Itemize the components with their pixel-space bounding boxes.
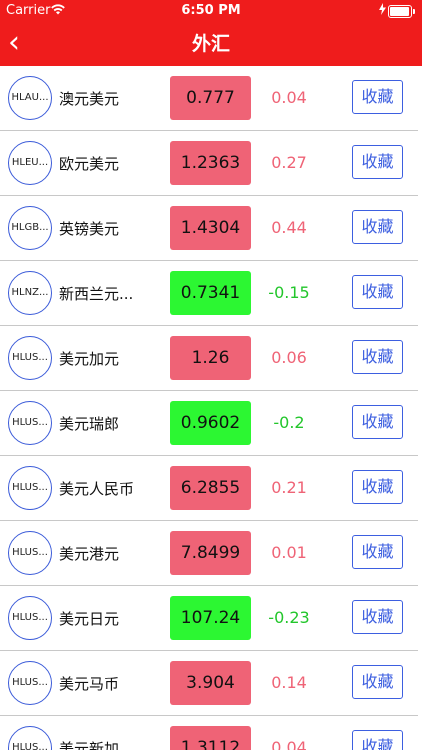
- status-time: 6:50 PM: [181, 3, 241, 18]
- currency-pair-name: 美元人民币: [59, 480, 135, 498]
- currency-logo: HLEU...: [8, 141, 52, 185]
- currency-pair-name: 新西兰元...: [59, 285, 134, 303]
- price-change: 0.04: [271, 738, 307, 750]
- currency-pair-name: 美元港元: [59, 545, 120, 563]
- list-item[interactable]: HLUS... 美元日元 107.24 -0.23 收藏: [0, 586, 418, 651]
- currency-logo: HLUS...: [8, 336, 52, 380]
- list-item[interactable]: HLAU... 澳元美元 0.777 0.04 收藏: [0, 66, 418, 131]
- price-badge: 0.9602: [170, 401, 251, 445]
- currency-logo: HLUS...: [8, 596, 52, 640]
- forex-list[interactable]: HLAU... 澳元美元 0.777 0.04 收藏 HLEU... 欧元美元 …: [0, 66, 418, 750]
- favorite-button[interactable]: 收藏: [352, 275, 403, 309]
- price-badge: 0.777: [170, 76, 251, 120]
- price-change: -0.23: [268, 608, 310, 627]
- list-item[interactable]: HLUS... 美元马币 3.904 0.14 收藏: [0, 651, 418, 716]
- currency-pair-name: 美元加元: [59, 350, 120, 368]
- price-change: 0.21: [271, 478, 307, 497]
- favorite-button[interactable]: 收藏: [352, 340, 403, 374]
- list-item[interactable]: HLUS... 美元人民币 6.2855 0.21 收藏: [0, 456, 418, 521]
- price-change: 0.44: [271, 218, 307, 237]
- currency-pair-name: 澳元美元: [59, 90, 120, 108]
- favorite-button[interactable]: 收藏: [352, 665, 403, 699]
- charging-icon: [379, 3, 386, 18]
- price-change: -0.2: [273, 413, 305, 432]
- currency-pair-name: 英镑美元: [59, 220, 120, 238]
- favorite-button[interactable]: 收藏: [352, 730, 403, 750]
- list-item[interactable]: HLUS... 美元加元 1.26 0.06 收藏: [0, 326, 418, 391]
- currency-pair-name: 美元日元: [59, 610, 120, 628]
- list-item[interactable]: HLGB... 英镑美元 1.4304 0.44 收藏: [0, 196, 418, 261]
- battery-icon: [388, 5, 415, 18]
- currency-logo: HLGB...: [8, 206, 52, 250]
- price-badge: 1.4304: [170, 206, 251, 250]
- currency-logo: HLUS...: [8, 661, 52, 705]
- favorite-button[interactable]: 收藏: [352, 145, 403, 179]
- list-item[interactable]: HLUS... 美元港元 7.8499 0.01 收藏: [0, 521, 418, 586]
- currency-logo: HLUS...: [8, 466, 52, 510]
- price-change: 0.01: [271, 543, 307, 562]
- list-item[interactable]: HLUS... 美元新加... 1.3112 0.04 收藏: [0, 716, 418, 750]
- price-badge: 1.2363: [170, 141, 251, 185]
- list-item[interactable]: HLEU... 欧元美元 1.2363 0.27 收藏: [0, 131, 418, 196]
- price-change: 0.14: [271, 673, 307, 692]
- price-badge: 0.7341: [170, 271, 251, 315]
- currency-logo: HLUS...: [8, 726, 52, 750]
- price-badge: 1.3112: [170, 726, 251, 750]
- favorite-button[interactable]: 收藏: [352, 600, 403, 634]
- favorite-button[interactable]: 收藏: [352, 535, 403, 569]
- favorite-button[interactable]: 收藏: [352, 470, 403, 504]
- page-title: 外汇: [191, 33, 230, 55]
- favorite-button[interactable]: 收藏: [352, 80, 403, 114]
- price-badge: 1.26: [170, 336, 251, 380]
- price-badge: 3.904: [170, 661, 251, 705]
- list-item[interactable]: HLNZ... 新西兰元... 0.7341 -0.15 收藏: [0, 261, 418, 326]
- currency-logo: HLAU...: [8, 76, 52, 120]
- currency-pair-name: 美元马币: [59, 675, 120, 693]
- list-item[interactable]: HLUS... 美元瑞郎 0.9602 -0.2 收藏: [0, 391, 418, 456]
- status-bar: Carrier 6:50 PM: [0, 0, 422, 22]
- price-badge: 7.8499: [170, 531, 251, 575]
- price-badge: 6.2855: [170, 466, 251, 510]
- currency-pair-name: 美元瑞郎: [59, 415, 120, 433]
- price-badge: 107.24: [170, 596, 251, 640]
- currency-logo: HLUS...: [8, 401, 52, 445]
- price-change: -0.15: [268, 283, 310, 302]
- favorite-button[interactable]: 收藏: [352, 405, 403, 439]
- currency-pair-name: 欧元美元: [59, 155, 120, 173]
- price-change: 0.04: [271, 88, 307, 107]
- price-change: 0.27: [271, 153, 307, 172]
- nav-bar: ‹ 外汇: [0, 22, 422, 66]
- currency-logo: HLNZ...: [8, 271, 52, 315]
- currency-pair-name: 美元新加...: [59, 740, 134, 750]
- price-change: 0.06: [271, 348, 307, 367]
- currency-logo: HLUS...: [8, 531, 52, 575]
- favorite-button[interactable]: 收藏: [352, 210, 403, 244]
